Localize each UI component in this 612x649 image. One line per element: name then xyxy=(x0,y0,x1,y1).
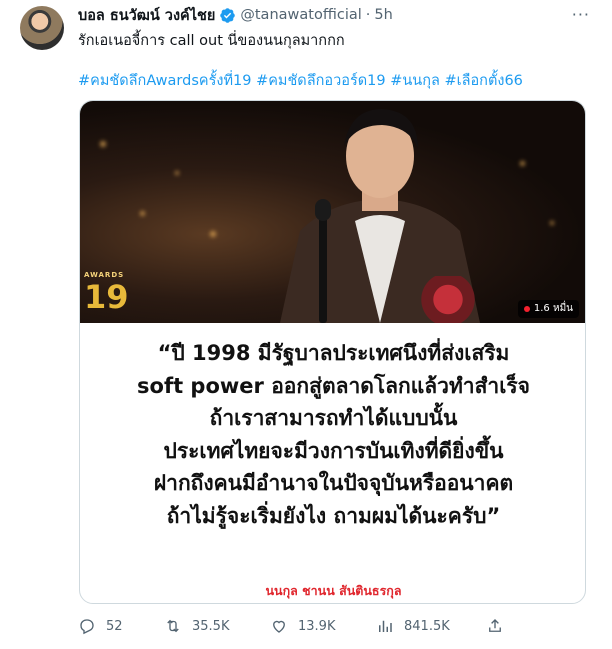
microphone-icon xyxy=(315,199,331,221)
view-count: 1.6 หมื่น xyxy=(533,303,573,314)
quote-line: ฝากถึงคนมีอำนาจในปัจจุบันหรืออนาคต xyxy=(153,471,514,495)
verified-icon xyxy=(219,7,236,24)
bokeh-light xyxy=(520,161,525,166)
media-card[interactable]: AWARDS 19 1.6 หมื่น “ปี 1998 มีรัฐบาลประ… xyxy=(79,100,586,604)
views-button[interactable]: 841.5K xyxy=(376,617,450,635)
quote-line: ประเทศไทยจะมีวงการบันเทิงที่ดียิ่งขึ้น xyxy=(163,438,504,463)
bokeh-light xyxy=(175,171,179,175)
awards-logo-number: 19 xyxy=(84,278,129,316)
more-icon[interactable]: ··· xyxy=(572,5,590,24)
video-photo[interactable]: AWARDS 19 1.6 หมื่น xyxy=(80,101,585,323)
like-icon xyxy=(273,620,285,633)
hashtag-link[interactable]: #คมชัดลึกอวอร์ด19 xyxy=(256,73,386,89)
hashtag-link[interactable]: #คมชัดลึกAwardsครั้งที่19 xyxy=(78,73,251,89)
share-button[interactable] xyxy=(486,617,504,635)
author-name[interactable]: บอล ธนวัฒน์ วงค์ไชย xyxy=(78,4,215,27)
bokeh-light xyxy=(550,221,554,225)
like-button[interactable]: 13.9K xyxy=(270,617,335,635)
hashtag-list: #คมชัดลึกAwardsครั้งที่19 #คมชัดลึกอวอร์… xyxy=(78,71,523,91)
quote-line: ถ้าไม่รู้จะเริ่มยังไง ถามผมได้นะครับ” xyxy=(166,503,501,528)
avatar[interactable] xyxy=(20,6,64,50)
flower-bouquet xyxy=(420,276,490,323)
quote-block: “ปี 1998 มีรัฐบาลประเทศนึงที่ส่งเสริม so… xyxy=(80,337,585,532)
record-dot-icon xyxy=(523,306,530,312)
reply-button[interactable]: 52 xyxy=(78,617,123,635)
awards-logo: AWARDS 19 xyxy=(84,271,129,321)
bokeh-light xyxy=(210,231,216,237)
tweet: บอล ธนวัฒน์ วงค์ไชย @tanawatofficial · 5… xyxy=(0,0,612,649)
views-count: 841.5K xyxy=(404,618,450,634)
quote-line: ถ้าเราสามารถทำได้แบบนั้น xyxy=(209,406,458,430)
quote-attribution: นนกุล ชานน สันตินธรกุล xyxy=(265,583,402,598)
hashtag-link[interactable]: #เลือกตั้ง66 xyxy=(444,73,522,89)
retweet-icon xyxy=(167,619,179,633)
quote-line: “ปี 1998 มีรัฐบาลประเทศนึงที่ส่งเสริม xyxy=(157,341,510,365)
retweet-count: 35.5K xyxy=(192,618,230,634)
retweet-button[interactable]: 35.5K xyxy=(164,617,229,635)
like-count: 13.9K xyxy=(298,618,336,634)
tweet-header: บอล ธนวัฒน์ วงค์ไชย @tanawatofficial · 5… xyxy=(78,5,393,25)
bokeh-light xyxy=(140,211,145,216)
reply-count: 52 xyxy=(106,618,123,634)
author-handle[interactable]: @tanawatofficial xyxy=(240,7,361,23)
share-icon xyxy=(489,619,501,632)
tweet-text: รักเอเนอจี้การ call out นี่ของนนกุลมากกก xyxy=(78,33,345,49)
views-icon xyxy=(379,620,392,632)
hashtag-link[interactable]: #นนกุล xyxy=(390,73,440,89)
tweet-time[interactable]: 5h xyxy=(374,7,392,23)
separator-dot: · xyxy=(365,7,371,23)
action-bar: 52 35.5K 13.9K 841.5K xyxy=(78,617,508,639)
bokeh-light xyxy=(100,141,106,147)
reply-icon xyxy=(80,619,94,635)
view-count-badge: 1.6 หมื่น xyxy=(517,300,579,318)
quote-line: soft power ออกสู่ตลาดโลกแล้วทำสำเร็จ xyxy=(137,373,530,398)
